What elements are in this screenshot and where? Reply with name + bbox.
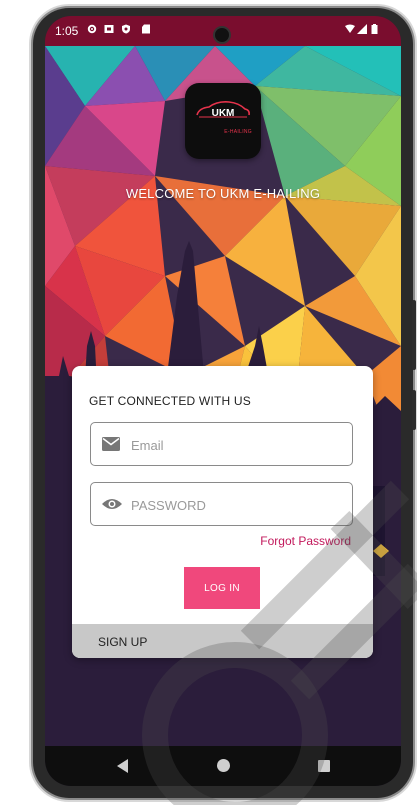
recents-icon[interactable] bbox=[318, 760, 330, 772]
shield-icon bbox=[122, 24, 130, 34]
logo-name: UKM bbox=[211, 108, 235, 119]
wifi-icon bbox=[345, 24, 355, 33]
app-logo: UKM E-HAILING bbox=[185, 83, 261, 159]
logo-subtitle: E-HAILING bbox=[224, 129, 252, 135]
settings-icon bbox=[87, 24, 97, 34]
front-camera bbox=[215, 28, 229, 42]
phone-screen: 1:05 UKM E-HAILING WELCOME TO UKM E-HAIL… bbox=[45, 16, 401, 786]
welcome-text: WELCOME TO UKM E-HAILING bbox=[125, 186, 321, 201]
email-field[interactable] bbox=[90, 422, 353, 467]
volume-button bbox=[412, 390, 416, 430]
card-title: GET CONNECTED WITH US bbox=[89, 394, 251, 408]
password-input[interactable] bbox=[129, 483, 343, 527]
password-field[interactable] bbox=[90, 482, 353, 527]
home-icon[interactable] bbox=[217, 759, 230, 772]
back-icon[interactable] bbox=[117, 759, 128, 773]
power-button bbox=[412, 300, 416, 370]
login-card: GET CONNECTED WITH US Forgot Password LO… bbox=[72, 366, 373, 658]
email-input[interactable] bbox=[129, 423, 343, 467]
forgot-password-link[interactable]: Forgot Password bbox=[260, 534, 351, 548]
battery-icon bbox=[371, 24, 378, 34]
login-button[interactable]: LOG IN bbox=[184, 567, 260, 609]
mail-icon bbox=[102, 437, 120, 451]
eye-icon[interactable] bbox=[102, 497, 122, 511]
signal-icon bbox=[357, 24, 367, 34]
sd-card-icon bbox=[142, 24, 150, 34]
status-time: 1:05 bbox=[55, 24, 79, 38]
signup-button[interactable]: SIGN UP bbox=[72, 624, 373, 658]
keyboard-icon bbox=[104, 25, 114, 33]
navigation-bar bbox=[45, 746, 401, 786]
signup-label: SIGN UP bbox=[98, 635, 148, 649]
